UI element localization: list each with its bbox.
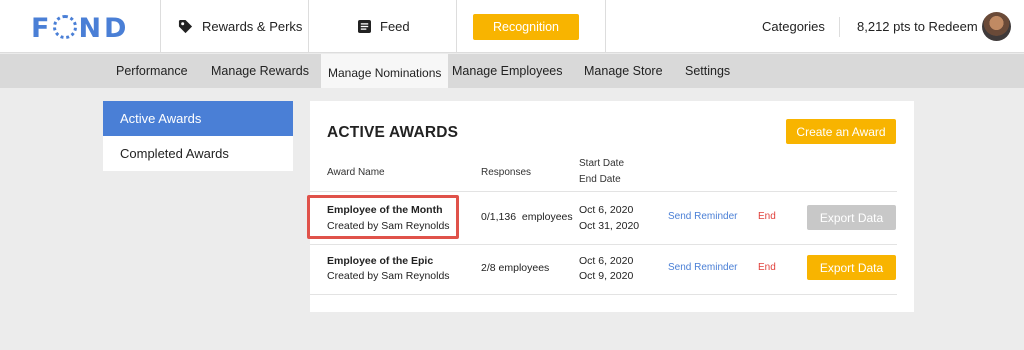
nav-feed-label: Feed xyxy=(380,19,410,34)
nav-rewards-label: Rewards & Perks xyxy=(202,19,303,34)
feed-icon xyxy=(358,20,371,33)
user-avatar[interactable] xyxy=(982,12,1011,41)
recognition-button[interactable]: Recognition xyxy=(473,14,579,40)
award-end-date: Oct 9, 2020 xyxy=(579,270,634,282)
nav-rewards-perks[interactable]: Rewards & Perks xyxy=(160,0,308,53)
logo-letter-f: F xyxy=(31,13,53,44)
tag-icon xyxy=(178,19,193,34)
subnav-manage-store[interactable]: Manage Store xyxy=(584,64,663,78)
header-divider xyxy=(310,191,897,192)
header-end-date: End Date xyxy=(579,174,621,185)
header-start-date: Start Date xyxy=(579,158,625,169)
side-item-completed-awards[interactable]: Completed Awards xyxy=(103,136,293,171)
award-start-date: Oct 6, 2020 xyxy=(579,255,634,267)
highlight-box xyxy=(307,195,459,239)
create-award-button[interactable]: Create an Award xyxy=(786,119,896,144)
fond-logo[interactable]: F ND xyxy=(31,13,129,44)
logo-letters-nd: ND xyxy=(78,13,130,44)
awards-side-menu: Active Awards Completed Awards xyxy=(103,101,293,171)
side-item-active-awards[interactable]: Active Awards xyxy=(103,101,293,136)
award-responses: 0/1,136 employees xyxy=(481,211,573,223)
subnav-manage-employees[interactable]: Manage Employees xyxy=(452,64,562,78)
award-responses: 2/8 employees xyxy=(481,262,550,274)
points-to-redeem[interactable]: 8,212 pts to Redeem xyxy=(857,19,978,34)
header-responses: Responses xyxy=(481,167,532,178)
top-bar: F ND Rewards & Perks Feed Recognition Cat… xyxy=(0,0,1024,53)
award-name[interactable]: Employee of the Epic xyxy=(327,254,433,269)
end-award-link[interactable]: End xyxy=(758,211,776,222)
subnav-manage-nominations[interactable]: Manage Nominations xyxy=(321,54,449,88)
export-data-button[interactable]: Export Data xyxy=(807,205,896,230)
subnav-manage-rewards[interactable]: Manage Rewards xyxy=(211,64,309,78)
end-award-link[interactable]: End xyxy=(758,262,776,273)
send-reminder-link[interactable]: Send Reminder xyxy=(668,262,737,273)
page-title: ACTIVE AWARDS xyxy=(327,124,459,141)
subnav-settings[interactable]: Settings xyxy=(685,64,730,78)
logo-dotted-o xyxy=(53,15,78,39)
subnav-performance[interactable]: Performance xyxy=(116,64,188,78)
header-award-name: Award Name xyxy=(327,167,385,178)
admin-subnav: Performance Manage Rewards Manage Nomina… xyxy=(0,54,1024,88)
row-divider xyxy=(310,294,897,295)
row-divider xyxy=(310,244,897,245)
award-start-date: Oct 6, 2020 xyxy=(579,204,634,216)
divider xyxy=(839,17,840,37)
award-end-date: Oct 31, 2020 xyxy=(579,220,640,232)
export-data-button[interactable]: Export Data xyxy=(807,255,896,280)
nav-feed[interactable]: Feed xyxy=(308,0,456,53)
award-name-text: Employee of the Epic xyxy=(327,255,434,267)
award-creator: Created by Sam Reynolds xyxy=(327,270,450,282)
send-reminder-link[interactable]: Send Reminder xyxy=(668,211,737,222)
categories-link[interactable]: Categories xyxy=(762,19,825,34)
